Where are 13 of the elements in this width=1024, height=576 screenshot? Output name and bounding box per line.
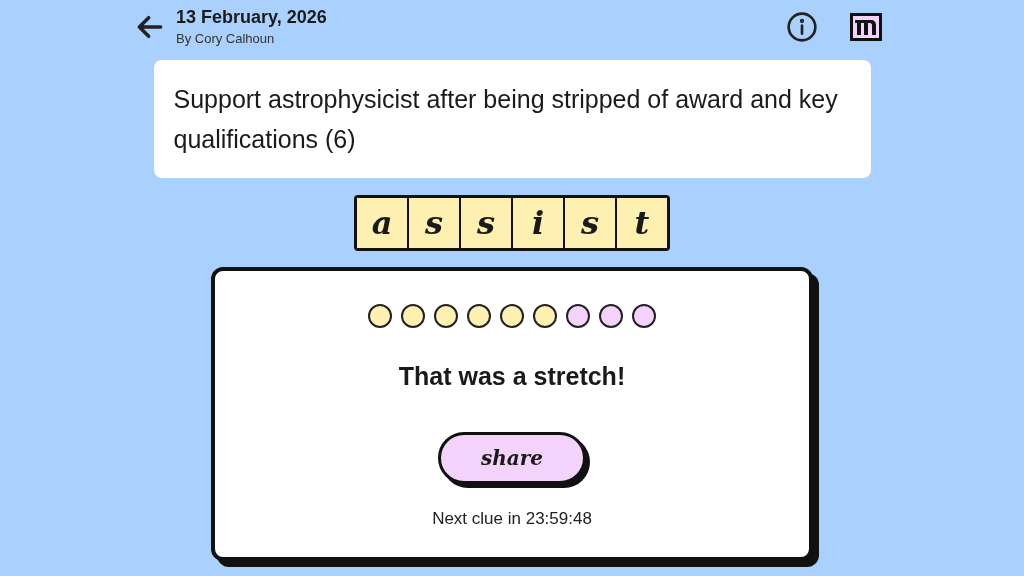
logo-icon[interactable] (850, 12, 882, 41)
result-message: That was a stretch! (398, 361, 626, 392)
letter-tile: i (513, 198, 563, 248)
puzzle-date: 13 February, 2026 (176, 5, 327, 28)
clue-card: Support astrophysicist after being stripped of award and key qualifications (6) (153, 60, 871, 178)
countdown-text: Next clue in 23:59:48 (432, 507, 592, 530)
letter-tile: s (461, 198, 511, 248)
letter-tile: s (409, 198, 459, 248)
letter-tile: t (617, 198, 667, 248)
letter-tile: s (565, 198, 615, 248)
letter-tile: a (357, 198, 407, 248)
byline: By Cory Calhoun (176, 29, 276, 48)
info-icon (786, 10, 818, 43)
